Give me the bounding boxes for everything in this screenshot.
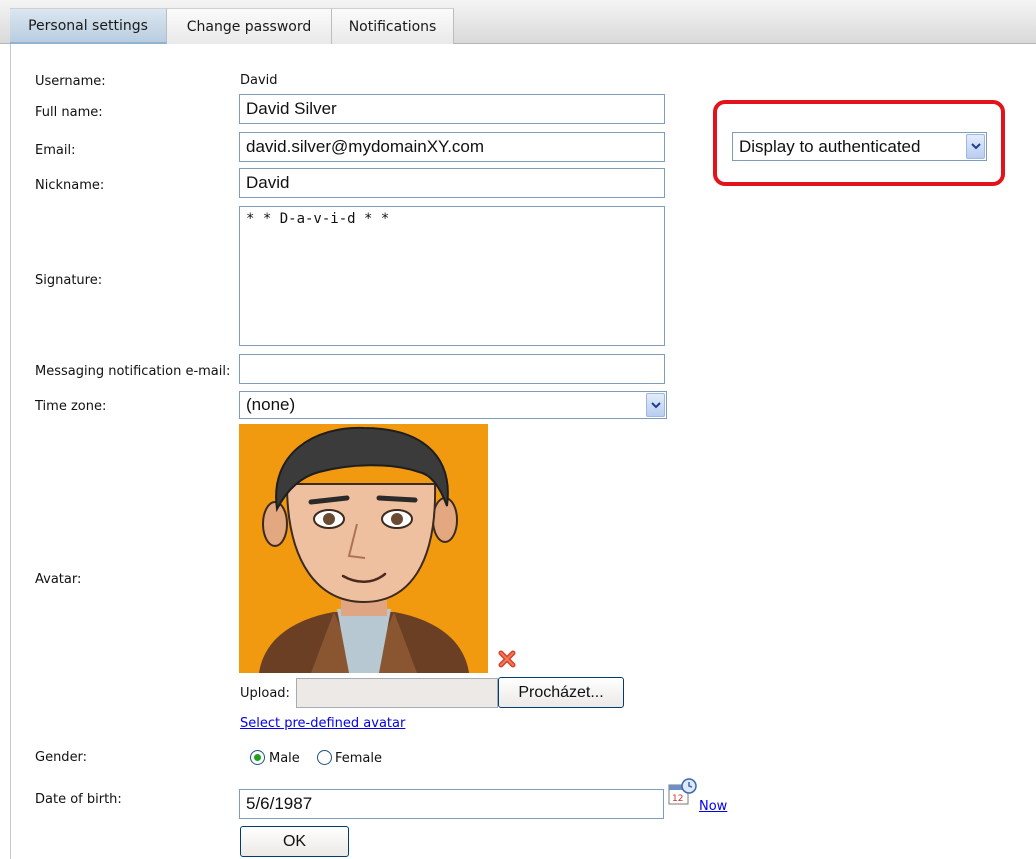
gender-female-radio[interactable] [317, 750, 332, 765]
email-visibility-select[interactable]: Display to authenticated [732, 132, 987, 161]
username-label: Username: [35, 74, 106, 89]
now-link[interactable]: Now [699, 799, 727, 814]
select-predefined-avatar-link[interactable]: Select pre-defined avatar [240, 716, 405, 731]
calendar-icon[interactable]: 12 [668, 778, 698, 806]
signature-textarea[interactable]: * * D-a-v-i-d * * [239, 206, 665, 346]
signature-label: Signature: [35, 273, 103, 288]
timezone-label: Time zone: [35, 399, 107, 414]
timezone-select[interactable]: (none) [239, 391, 667, 419]
tab-personal-settings[interactable]: Personal settings [10, 8, 167, 44]
upload-label: Upload: [240, 686, 290, 701]
messaging-email-input[interactable] [239, 354, 665, 384]
email-input[interactable]: david.silver@mydomainXY.com [239, 132, 665, 162]
chevron-down-icon[interactable] [646, 393, 665, 417]
svg-text:12: 12 [672, 794, 683, 804]
messaging-email-label: Messaging notification e-mail: [35, 364, 231, 379]
avatar-label: Avatar: [35, 572, 82, 587]
nickname-label: Nickname: [35, 178, 105, 193]
delete-x-icon[interactable] [497, 649, 517, 669]
fullname-input[interactable]: David Silver [239, 94, 665, 124]
gender-female-label: Female [335, 751, 383, 766]
dob-label: Date of birth: [35, 792, 122, 807]
timezone-value: (none) [246, 395, 296, 414]
fullname-label: Full name: [35, 105, 103, 120]
tab-bar: Personal settings Change password Notifi… [0, 0, 1036, 44]
email-label: Email: [35, 143, 76, 158]
upload-file-input[interactable] [296, 678, 498, 708]
dob-input[interactable]: 5/6/1987 [239, 789, 664, 819]
ok-button[interactable]: OK [240, 826, 349, 857]
username-value: David [240, 73, 278, 88]
gender-male-label: Male [269, 751, 300, 766]
avatar-image [239, 424, 488, 673]
nickname-input[interactable]: David [239, 168, 665, 198]
browse-button[interactable]: Procházet... [498, 677, 624, 708]
content-border [10, 44, 11, 859]
gender-label: Gender: [35, 750, 88, 765]
email-visibility-value: Display to authenticated [739, 137, 921, 156]
gender-male-radio[interactable] [250, 750, 265, 765]
chevron-down-icon[interactable] [966, 134, 985, 159]
tab-notifications[interactable]: Notifications [332, 8, 454, 44]
tab-change-password[interactable]: Change password [167, 8, 332, 44]
